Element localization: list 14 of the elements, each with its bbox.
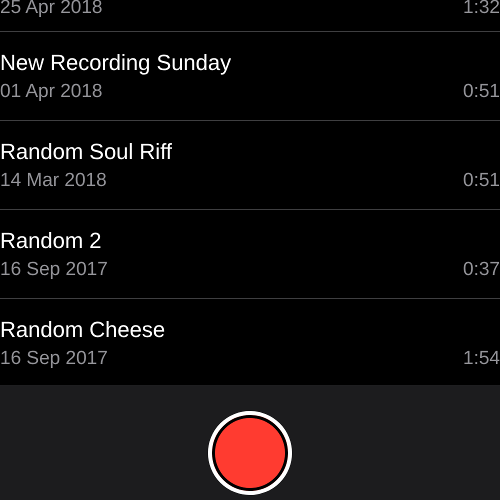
recording-duration: 0:51 [463, 169, 500, 193]
recording-date: 14 Mar 2018 [0, 169, 107, 193]
recording-date: 25 Apr 2018 [0, 0, 102, 20]
recording-title[interactable]: Random 2 [0, 228, 500, 254]
recording-date: 16 Sep 2017 [0, 258, 108, 282]
recording-duration: 0:51 [463, 80, 500, 104]
recording-title[interactable]: Random Cheese [0, 317, 500, 343]
recording-title[interactable]: Random Soul Riff [0, 139, 500, 165]
recording-date: 16 Sep 2017 [0, 347, 108, 371]
recording-date: 01 Apr 2018 [0, 80, 102, 104]
recording-title[interactable]: New Recording Sunday [0, 50, 500, 76]
recording-duration: 1:54 [463, 347, 500, 371]
recording-duration: 0:37 [463, 258, 500, 282]
recording-duration: 1:32 [463, 0, 500, 20]
